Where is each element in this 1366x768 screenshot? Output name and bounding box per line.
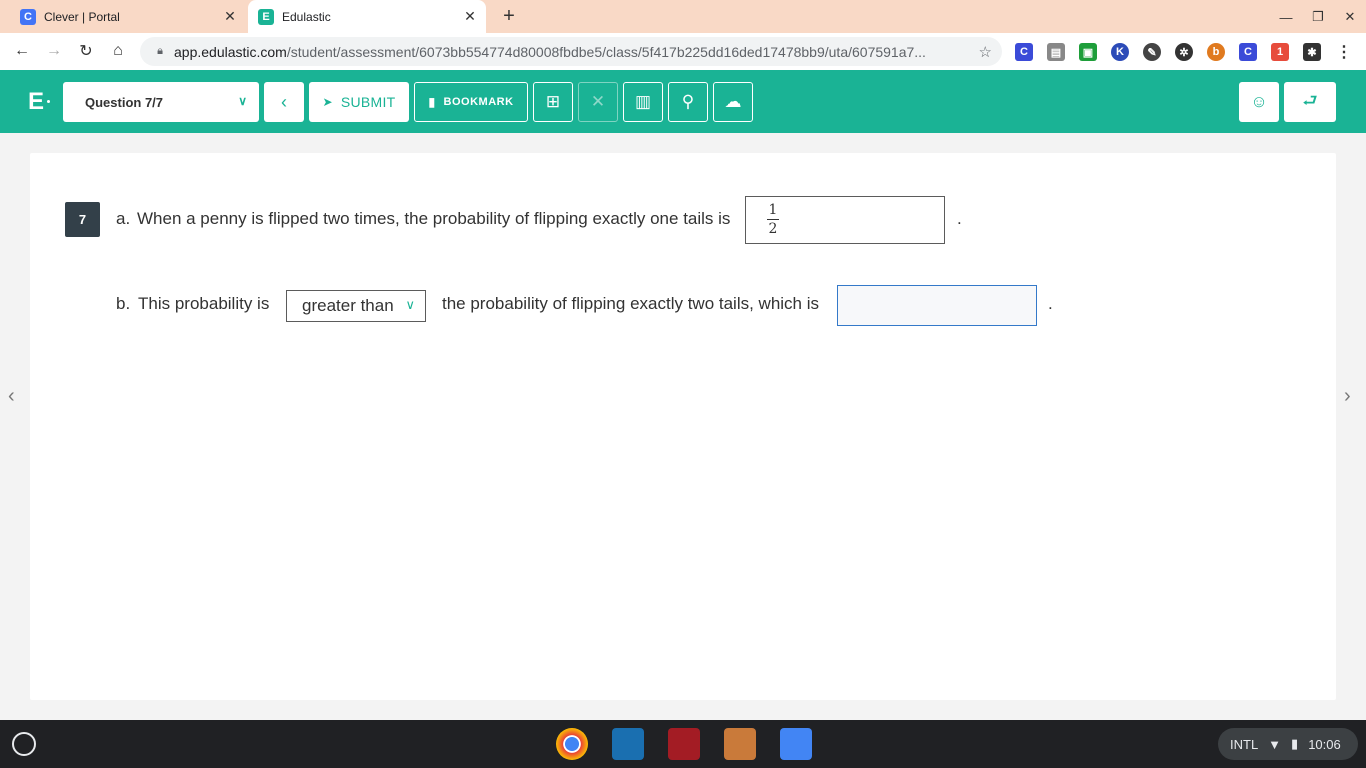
new-tab-plus-icon[interactable]: + xyxy=(498,5,520,27)
tab-edulastic[interactable]: E Edulastic ✕ xyxy=(248,0,486,33)
kami-extension-icon[interactable]: K xyxy=(1111,43,1129,61)
chevron-down-icon: ∨ xyxy=(238,94,247,108)
close-window-icon[interactable]: ✕ xyxy=(1340,7,1360,27)
part-a-text: When a penny is flipped two times, the p… xyxy=(137,209,731,228)
back-arrow-icon[interactable]: ← xyxy=(10,39,34,63)
part-b-text-2: the probability of flipping exactly two … xyxy=(442,294,820,313)
status-tray[interactable]: INTL ▼ ▮ 10:06 xyxy=(1218,728,1358,760)
magnifier-button[interactable]: ⚲ xyxy=(668,82,708,122)
question-number-badge: 7 xyxy=(65,202,100,237)
tab-title: Clever | Portal xyxy=(44,9,120,24)
tab-clever-portal[interactable]: C Clever | Portal ✕ xyxy=(8,0,246,33)
save-progress-button[interactable]: ☁ xyxy=(713,82,753,122)
bookmark-button[interactable]: ▮ BOOKMARK xyxy=(414,82,528,122)
menu-kebab-icon[interactable]: ⋮ xyxy=(1335,43,1353,61)
question-card: 7 a. When a penny is flipped two times, … xyxy=(30,153,1336,700)
submit-button[interactable]: ➤ SUBMIT xyxy=(309,82,409,122)
scratchpad-button[interactable]: ▥ xyxy=(623,82,663,122)
puzzle-extensions-icon[interactable]: ✱ xyxy=(1303,43,1321,61)
books-icon[interactable] xyxy=(724,728,756,760)
period-a: . xyxy=(957,209,962,228)
chevron-down-icon: ∨ xyxy=(405,297,415,312)
browser-toolbar: ← → ↻ ⌂ 🔒︎ app.edulastic.com /student/as… xyxy=(0,33,1366,70)
paper-plane-icon: ➤ xyxy=(322,95,333,109)
answer-a-math-input[interactable]: 1 2 xyxy=(745,196,945,244)
url-path: /student/assessment/6073bb554774d80008fb… xyxy=(286,43,926,60)
comparison-dropdown[interactable]: greater than ∨ xyxy=(286,290,426,322)
launcher-circle-icon[interactable] xyxy=(12,732,36,756)
answer-eliminator-button[interactable]: ✕ xyxy=(578,82,618,122)
period-b: . xyxy=(1048,294,1053,313)
home-icon[interactable]: ⌂ xyxy=(106,39,130,63)
bookmark-star-icon[interactable]: ☆ xyxy=(979,43,992,61)
previous-question-button[interactable]: ‹ xyxy=(264,82,304,122)
accessibility-icon: ☺ xyxy=(1250,92,1268,111)
gear-extension-icon[interactable]: ✲ xyxy=(1175,43,1193,61)
close-tab-icon[interactable]: ✕ xyxy=(222,8,238,25)
fraction-numerator: 1 xyxy=(768,202,778,218)
b-extension-icon[interactable]: b xyxy=(1207,43,1225,61)
clever-extension-icon[interactable]: C xyxy=(1015,43,1033,61)
bookmark-label: BOOKMARK xyxy=(443,96,514,108)
close-tab-icon[interactable]: ✕ xyxy=(462,8,478,25)
google-docs-icon[interactable] xyxy=(780,728,812,760)
pdf-app-icon[interactable] xyxy=(668,728,700,760)
wifi-icon: ▼ xyxy=(1268,736,1282,752)
accessibility-button[interactable]: ☺ xyxy=(1239,82,1279,122)
close-x-icon: ✕ xyxy=(590,92,606,111)
search-icon: ⚲ xyxy=(681,92,695,111)
cloud-upload-icon: ☁ xyxy=(724,92,742,111)
clever-favicon-icon: C xyxy=(20,8,36,25)
os-shelf: INTL ▼ ▮ 10:06 xyxy=(0,720,1366,768)
answer-b-math-input[interactable] xyxy=(837,285,1037,326)
part-b-prefix: b. xyxy=(116,294,131,313)
notification-extension-icon[interactable]: 1 xyxy=(1271,43,1289,61)
pen-extension-icon[interactable]: ✎ xyxy=(1143,43,1161,61)
chevron-left-icon: ‹ xyxy=(281,91,287,112)
question-select-value: Question 7/7 xyxy=(85,94,164,110)
fraction-bar xyxy=(767,219,779,220)
restore-icon[interactable]: ❐ xyxy=(1308,7,1328,27)
dropdown-value: greater than xyxy=(302,296,394,315)
input-method-label: INTL xyxy=(1230,736,1259,752)
battery-icon: ▮ xyxy=(1291,736,1299,751)
fraction-denominator: 2 xyxy=(768,221,778,237)
scratchpad-icon: ▥ xyxy=(634,92,652,111)
browser-tab-strip: C Clever | Portal ✕ E Edulastic ✕ + — ❐ … xyxy=(0,0,1366,33)
minimize-icon[interactable]: — xyxy=(1276,7,1296,27)
exit-button[interactable]: ⮐ xyxy=(1284,82,1336,122)
clever-extension-2-icon[interactable]: C xyxy=(1239,43,1257,61)
tab-title: Edulastic xyxy=(282,9,331,24)
next-arrow-icon[interactable]: › xyxy=(1344,385,1351,408)
question-select[interactable]: Question 7/7 ∨ xyxy=(63,82,259,122)
fraction-answer: 1 2 xyxy=(767,202,779,237)
classroom-extension-icon[interactable]: ▣ xyxy=(1079,43,1097,61)
part-b-text-1: This probability is xyxy=(138,294,270,313)
chrome-icon[interactable] xyxy=(556,728,588,760)
copy-extension-icon[interactable]: ▤ xyxy=(1047,43,1065,61)
reload-icon[interactable]: ↻ xyxy=(74,39,98,63)
calculator-button[interactable]: ⊞ xyxy=(533,82,573,122)
webex-icon[interactable] xyxy=(612,728,644,760)
submit-label: SUBMIT xyxy=(340,94,396,110)
bookmark-icon: ▮ xyxy=(428,95,436,109)
exit-arrow-icon: ⮐ xyxy=(1302,90,1318,110)
previous-arrow-icon[interactable]: ‹ xyxy=(8,385,15,408)
app-header: E Question 7/7 ∨ ‹ ➤ SUBMIT ▮ BOOKMARK ⊞… xyxy=(0,70,1366,133)
edulastic-logo: E xyxy=(28,88,45,115)
logo-dot xyxy=(47,100,50,103)
calculator-icon: ⊞ xyxy=(545,92,561,111)
part-a-prefix: a. xyxy=(116,209,131,228)
address-bar[interactable]: 🔒︎ app.edulastic.com /student/assessment… xyxy=(140,37,1002,66)
edulastic-favicon-icon: E xyxy=(258,8,274,25)
forward-arrow-icon[interactable]: → xyxy=(42,39,66,63)
url-host: app.edulastic.com xyxy=(174,43,287,60)
clock-time: 10:06 xyxy=(1308,736,1341,752)
lock-icon: 🔒︎ xyxy=(157,45,163,57)
